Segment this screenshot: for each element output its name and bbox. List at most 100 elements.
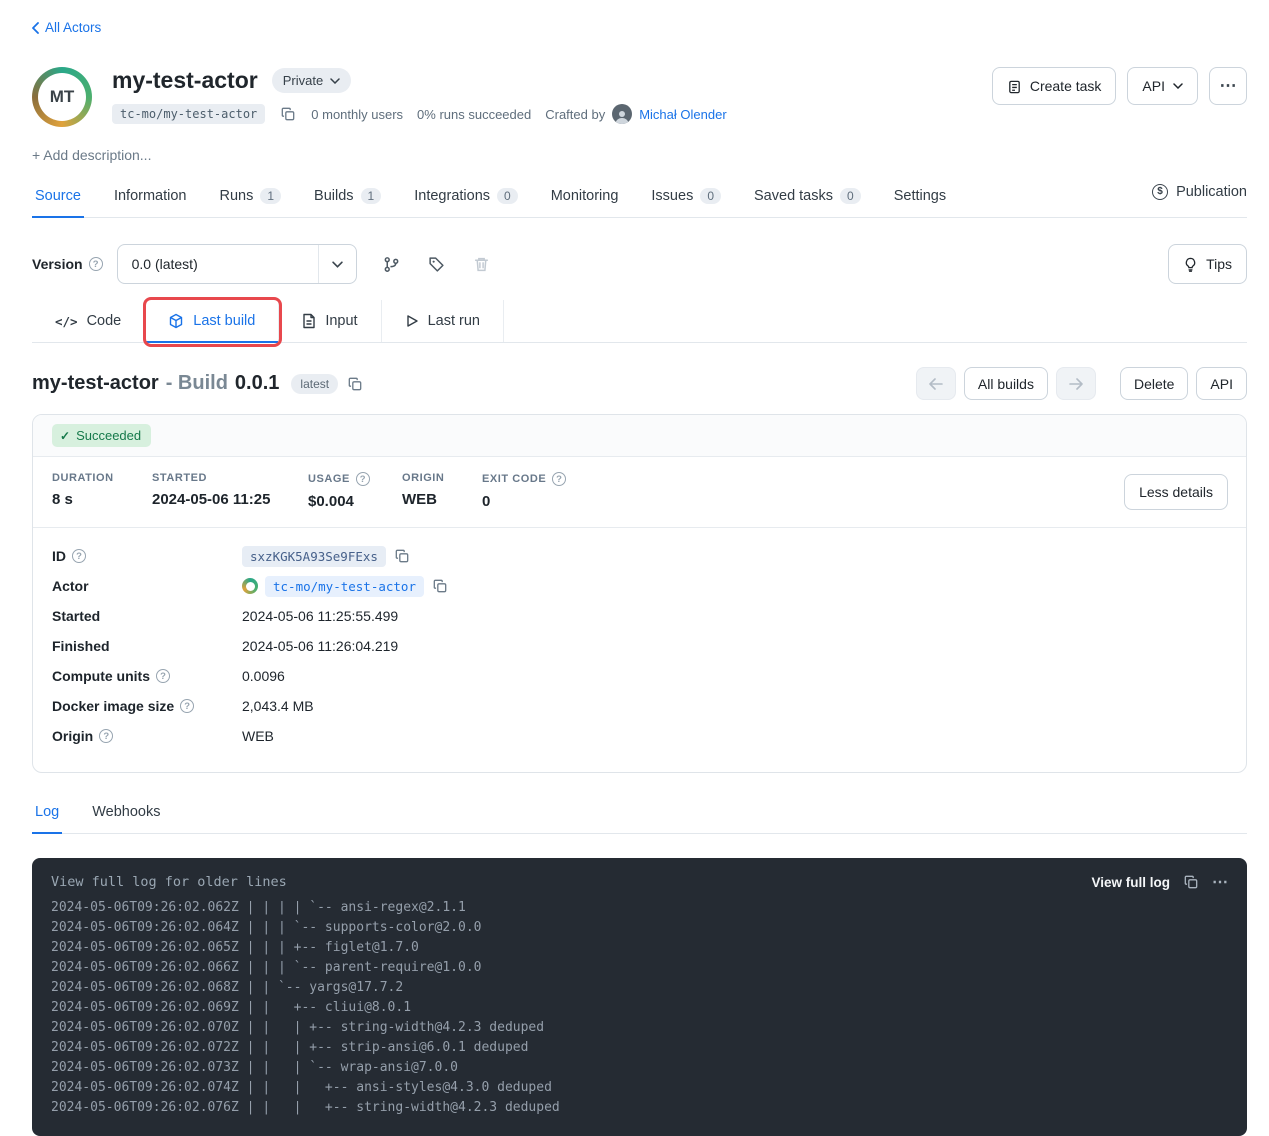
delete-label: Delete [1134, 376, 1174, 392]
build-card: Succeeded DURATION 8 s STARTED 2024-05-0… [32, 414, 1247, 773]
tab-log[interactable]: Log [32, 795, 62, 833]
version-help-icon[interactable] [89, 257, 103, 271]
code-icon [55, 314, 78, 329]
tab-input[interactable]: Input [279, 300, 381, 342]
chevron-left-icon [32, 22, 39, 34]
tab-last-run-label: Last run [428, 313, 480, 329]
author-name-link[interactable]: Michał Olender [639, 107, 726, 122]
docker-size-help-icon[interactable] [180, 699, 194, 713]
exit-code-help-icon[interactable] [552, 472, 566, 486]
build-heading-row: my-test-actor - Build 0.0.1 latest All b… [32, 367, 1247, 400]
all-builds-label: All builds [978, 376, 1034, 392]
tag-icon-button[interactable] [428, 256, 445, 273]
branch-icon-button[interactable] [383, 256, 400, 273]
copy-icon [348, 377, 362, 391]
tab-monitoring[interactable]: Monitoring [548, 179, 622, 217]
tab-information[interactable]: Information [111, 179, 190, 217]
lightbulb-icon [1183, 257, 1198, 272]
log-line: 2024-05-06T09:26:02.074Z | | | +-- ansi-… [51, 1078, 1228, 1098]
chevron-down-icon [1173, 83, 1183, 89]
main-tab-bar: Source Information Runs1 Builds1 Integra… [32, 179, 1247, 218]
tab-log-label: Log [35, 804, 59, 820]
version-select[interactable]: 0.0 (latest) [117, 244, 357, 284]
origin-value: WEB [242, 728, 274, 744]
document-icon [302, 313, 316, 329]
actor-meta: my-test-actor Private tc-mo/my-test-acto… [112, 67, 972, 124]
api-label: API [1142, 78, 1165, 94]
create-task-button[interactable]: Create task [992, 67, 1117, 105]
next-build-button[interactable] [1056, 367, 1096, 400]
tab-last-build[interactable]: Last build [145, 300, 279, 342]
copy-icon [281, 107, 295, 121]
tab-integrations[interactable]: Integrations0 [411, 179, 520, 217]
more-actions-button[interactable] [1209, 67, 1247, 105]
page: All Actors MT my-test-actor Private tc-m… [0, 0, 1269, 1136]
usage-help-icon[interactable] [356, 472, 370, 486]
tab-code[interactable]: Code [32, 300, 145, 342]
id-help-icon[interactable] [72, 549, 86, 563]
version-select-value: 0.0 (latest) [118, 256, 318, 272]
build-title: my-test-actor - Build 0.0.1 [32, 372, 279, 395]
back-link[interactable]: All Actors [32, 20, 101, 35]
publication-label: Publication [1176, 184, 1247, 200]
log-panel: View full log for older lines View full … [32, 858, 1247, 1136]
stat-duration-value: 8 s [52, 491, 152, 508]
build-api-button[interactable]: API [1196, 367, 1247, 400]
less-details-label: Less details [1139, 484, 1213, 500]
log-line: 2024-05-06T09:26:02.076Z | | | +-- strin… [51, 1098, 1228, 1118]
origin-help-icon[interactable] [99, 729, 113, 743]
actor-meta-row: tc-mo/my-test-actor 0 monthly users 0% r… [112, 104, 972, 124]
create-task-label: Create task [1030, 78, 1102, 94]
actor-mini-avatar [242, 578, 258, 594]
tab-settings-label: Settings [894, 188, 946, 204]
view-full-log-link[interactable]: View full log [1091, 875, 1170, 890]
tab-settings[interactable]: Settings [891, 179, 949, 217]
copy-build-id-button[interactable] [393, 547, 411, 565]
tab-input-label: Input [325, 313, 357, 329]
tab-runs[interactable]: Runs1 [217, 179, 285, 217]
actor-link-badge[interactable]: tc-mo/my-test-actor [265, 576, 424, 597]
log-line: 2024-05-06T09:26:02.068Z | | `-- yargs@1… [51, 978, 1228, 998]
tab-builds[interactable]: Builds1 [311, 179, 384, 217]
log-line: 2024-05-06T09:26:02.065Z | | | +-- figle… [51, 938, 1228, 958]
started-value: 2024-05-06 11:25:55.499 [242, 608, 398, 624]
version-bar: Version 0.0 (latest) Tips [32, 244, 1247, 284]
previous-build-button[interactable] [916, 367, 956, 400]
publication-link[interactable]: Publication [1152, 184, 1247, 213]
copy-actor-tag-button[interactable] [279, 105, 297, 123]
clipboard-icon [1007, 79, 1022, 94]
tab-webhooks[interactable]: Webhooks [89, 795, 163, 833]
copy-build-version-button[interactable] [346, 375, 364, 393]
tab-source-label: Source [35, 188, 81, 204]
stat-usage-label: USAGE [308, 473, 350, 485]
tab-saved-tasks-count: 0 [840, 188, 861, 204]
log-line: 2024-05-06T09:26:02.062Z | | | | `-- ans… [51, 898, 1228, 918]
all-builds-button[interactable]: All builds [964, 367, 1048, 400]
stat-origin: ORIGIN WEB [402, 472, 482, 508]
tips-button[interactable]: Tips [1168, 244, 1247, 284]
title-row: my-test-actor Private [112, 67, 972, 94]
actor-tag-badge: tc-mo/my-test-actor [112, 104, 265, 124]
compute-units-value: 0.0096 [242, 668, 285, 684]
delete-build-button[interactable]: Delete [1120, 367, 1188, 400]
copy-log-button[interactable] [1184, 875, 1198, 889]
older-lines-link[interactable]: View full log for older lines [51, 874, 287, 890]
add-description-link[interactable]: + Add description... [32, 147, 1247, 163]
stat-exit-code-value: 0 [482, 493, 566, 510]
less-details-button[interactable]: Less details [1124, 474, 1228, 510]
copy-actor-link-button[interactable] [431, 577, 449, 595]
compute-units-help-icon[interactable] [156, 669, 170, 683]
api-dropdown-button[interactable]: API [1127, 67, 1198, 105]
visibility-dropdown[interactable]: Private [272, 68, 351, 93]
runs-succeeded-stat: 0% runs succeeded [417, 107, 531, 122]
tab-source[interactable]: Source [32, 179, 84, 217]
stat-started-value: 2024-05-06 11:25 [152, 491, 308, 508]
version-label-group: Version [32, 256, 103, 272]
log-more-button[interactable] [1212, 872, 1228, 892]
tab-last-run[interactable]: Last run [382, 300, 504, 342]
tab-monitoring-label: Monitoring [551, 188, 619, 204]
delete-version-button[interactable] [473, 256, 490, 273]
tab-issues-label: Issues [651, 188, 693, 204]
tab-saved-tasks[interactable]: Saved tasks0 [751, 179, 864, 217]
tab-issues[interactable]: Issues0 [648, 179, 724, 217]
